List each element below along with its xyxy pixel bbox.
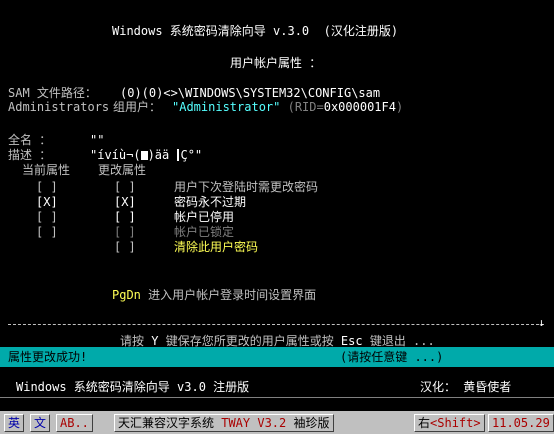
- property-disabled[interactable]: 帐户已停用: [174, 210, 234, 224]
- rid-value: 0x000001F4: [323, 100, 396, 114]
- instructions-part1: 请按: [120, 334, 152, 348]
- account-line: "Administrator" (RID=0x000001F4): [172, 100, 403, 114]
- instructions-part2: 键保存您所更改的用户属性或按: [158, 334, 341, 348]
- current-checkbox-change-password: [ ]: [36, 180, 58, 194]
- status-hint: (请按任意键 ...): [340, 350, 444, 364]
- property-change-password[interactable]: 用户下次登陆时需更改密码: [174, 180, 318, 194]
- property-never-expire[interactable]: 密码永不过期: [174, 195, 246, 209]
- instructions: 请按 Y 键保存您所更改的用户属性或按 Esc 键退出 ...: [120, 334, 435, 348]
- ime-mode-text[interactable]: 文: [30, 414, 51, 432]
- current-checkbox-disabled: [ ]: [36, 210, 58, 224]
- ime-input-mode[interactable]: AB..: [56, 414, 93, 432]
- account-name: "Administrator": [172, 100, 281, 114]
- status-message: 属性更改成功!: [8, 350, 88, 364]
- change-checkbox-locked[interactable]: [ ]: [114, 225, 136, 239]
- sam-path-label: SAM 文件路径：: [8, 86, 97, 100]
- column-change: 更改属性: [98, 163, 147, 177]
- section-subtitle: 用户帐户属性 ：: [230, 56, 322, 70]
- group-label: 组用户：: [113, 100, 162, 114]
- ime-version: TWAY V3.2: [221, 416, 287, 430]
- description-label: 描述 ：: [8, 148, 52, 162]
- description-part2: )ää: [147, 148, 177, 162]
- change-checkbox-disabled[interactable]: [ ]: [114, 210, 136, 224]
- ime-system-name: 天汇兼容汉字系统 TWAY V3.2 袖珍版: [114, 414, 334, 432]
- instructions-part3: 键退出 ...: [362, 334, 435, 348]
- status-bar: 属性更改成功! (请按任意键 ...): [0, 347, 554, 367]
- column-current: 当前属性: [22, 163, 71, 177]
- description-value[interactable]: "ívíù¬( )ää Ç°": [90, 148, 202, 162]
- key-esc: Esc: [340, 334, 363, 348]
- change-checkbox-change-password[interactable]: [ ]: [114, 180, 136, 194]
- description-part3: Ç°": [180, 148, 203, 162]
- fullname-label: 全名 ：: [8, 133, 52, 147]
- ime-date: 11.05.29: [488, 414, 554, 432]
- pgdn-hint[interactable]: PgDn 进入用户帐户登录时间设置界面: [112, 288, 316, 302]
- current-checkbox-never-expire: [X]: [36, 195, 58, 209]
- ime-mode-english[interactable]: 英: [4, 414, 25, 432]
- down-arrow-icon: ↓: [538, 316, 545, 329]
- ime-shift-key: <Shift>: [430, 416, 481, 430]
- ime-shift-indicator[interactable]: 右<Shift>: [414, 414, 485, 432]
- app-title: Windows 系统密码清除向导 v.3.0 (汉化注册版): [112, 24, 399, 38]
- sam-path-value: (0)(0)<>\WINDOWS\SYSTEM32\CONFIG\sam: [120, 86, 381, 100]
- property-clear-password[interactable]: 清除此用户密码: [174, 240, 258, 254]
- ime-shift-prefix: 右: [418, 416, 431, 430]
- rid-label: (RID=: [280, 100, 324, 114]
- pgdn-key: PgDn: [112, 288, 141, 302]
- change-checkbox-clear-password[interactable]: [ ]: [114, 240, 136, 254]
- ime-system-label: 天汇兼容汉字系统: [118, 416, 222, 430]
- group-name: Administrators: [8, 100, 110, 114]
- ime-edition: 袖珍版: [286, 416, 330, 430]
- change-checkbox-never-expire[interactable]: [X]: [114, 195, 136, 209]
- footer-app-name: Windows 系统密码清除向导 v3.0 注册版: [16, 380, 250, 394]
- footer-divider: [0, 397, 554, 398]
- block-glyph-icon: [140, 151, 148, 160]
- property-locked[interactable]: 帐户已锁定: [174, 225, 234, 239]
- ime-status-bar: 英 文 AB.. 天汇兼容汉字系统 TWAY V3.2 袖珍版 右<Shift>…: [0, 411, 554, 434]
- description-part1: "ívíù¬(: [90, 148, 141, 162]
- fullname-value[interactable]: "": [90, 133, 104, 147]
- pgdn-text: 进入用户帐户登录时间设置界面: [140, 288, 317, 302]
- footer-credit: 汉化： 黄昏使者: [420, 380, 512, 394]
- current-checkbox-locked: [ ]: [36, 225, 58, 239]
- rid-close: ): [395, 100, 404, 114]
- separator-line: [8, 324, 544, 325]
